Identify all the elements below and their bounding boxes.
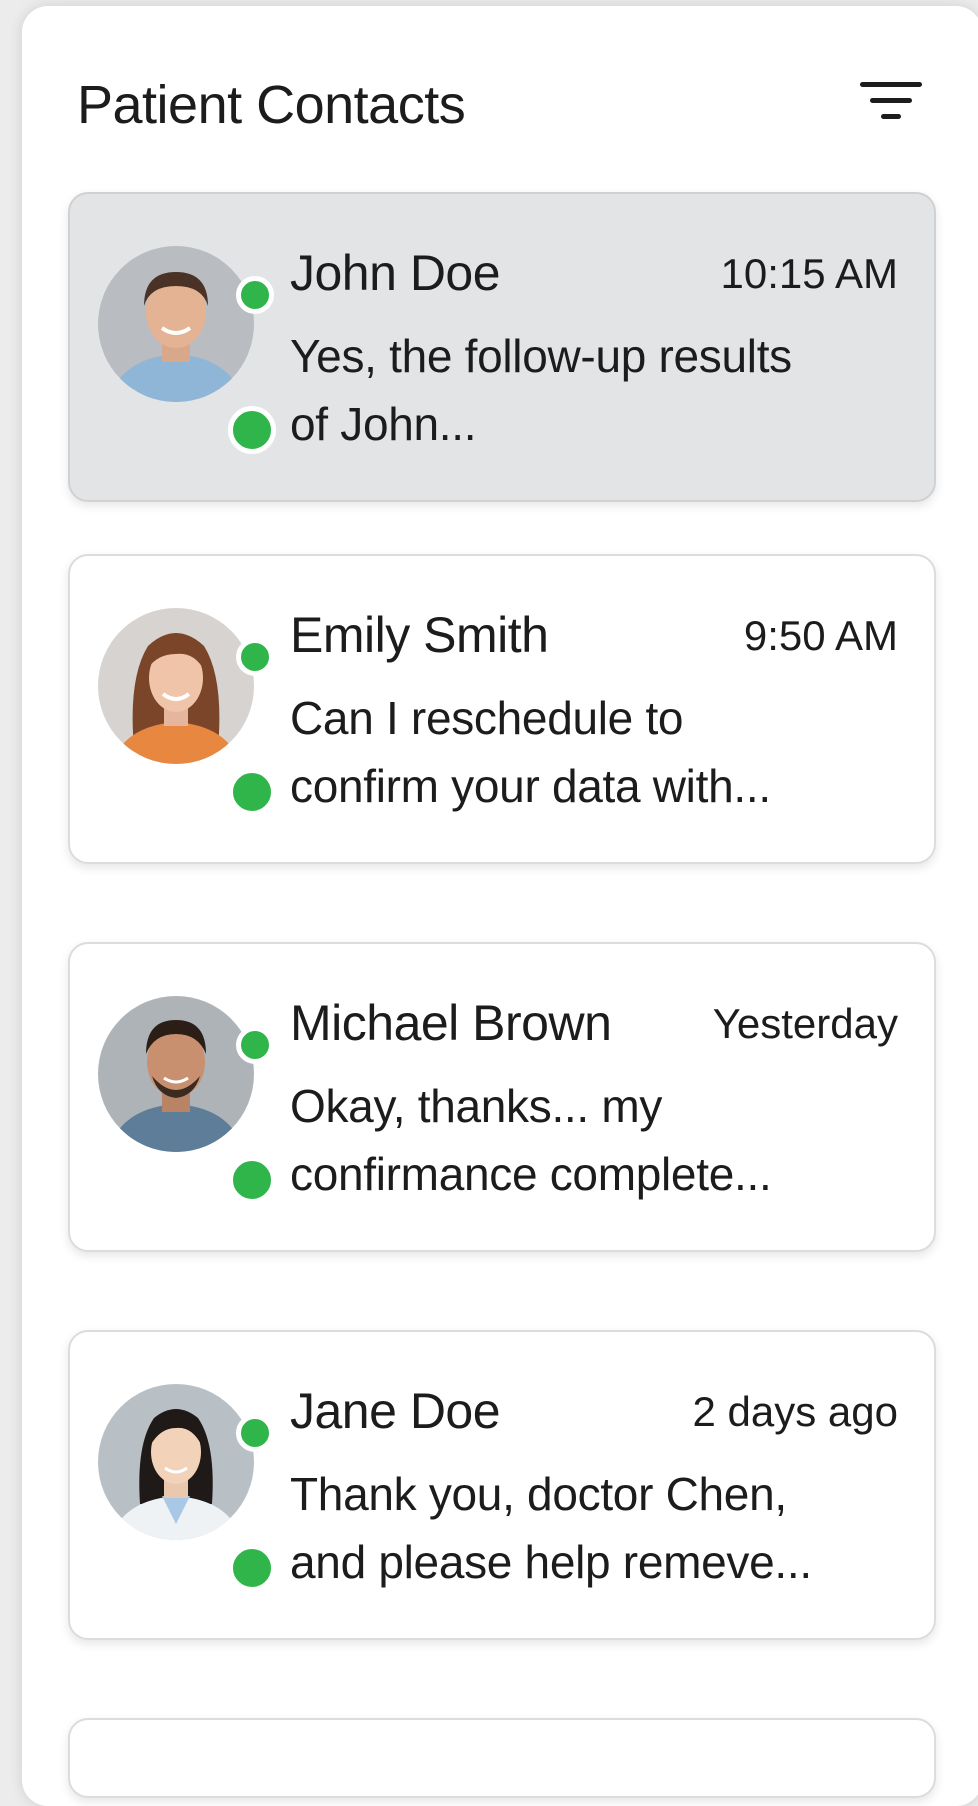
online-status-icon — [228, 1544, 276, 1592]
message-preview-line: confirm your data with... — [290, 760, 771, 812]
message-time: 2 days ago — [692, 1388, 899, 1435]
online-status-icon — [236, 276, 274, 314]
filter-icon — [860, 82, 922, 119]
message-time: Yesterday — [712, 1000, 898, 1047]
message-preview-line: Can I reschedule to — [290, 692, 684, 744]
message-preview-line: and please help remeve... — [290, 1536, 812, 1588]
message-preview-line: Okay, thanks... my — [290, 1080, 663, 1132]
message-preview: Yes, the follow-up results of John... — [290, 322, 890, 458]
avatar-image — [98, 996, 254, 1152]
avatar — [98, 246, 276, 454]
online-status-icon — [236, 638, 274, 676]
message-preview-line: confirmance complete... — [290, 1148, 772, 1200]
message-preview-line: Yes, the follow-up results — [290, 330, 792, 382]
avatar — [98, 1384, 276, 1592]
message-preview: Thank you, doctor Chen, and please help … — [290, 1460, 890, 1596]
header: Patient Contacts — [22, 6, 962, 206]
online-status-icon — [228, 406, 276, 454]
contacts-panel: Patient Contacts John Doe 10:15 AM Yes, … — [22, 6, 978, 1806]
online-status-icon — [228, 768, 276, 816]
contact-name: John Doe — [290, 245, 501, 301]
avatar-image — [98, 608, 254, 764]
filter-button[interactable] — [852, 78, 932, 138]
message-time: 9:50 AM — [743, 612, 898, 659]
avatar-image — [98, 1384, 254, 1540]
avatar-image — [98, 246, 254, 402]
message-preview: Can I reschedule to confirm your data wi… — [290, 684, 890, 820]
contact-name: Michael Brown — [290, 995, 612, 1051]
message-preview-line: of John... — [290, 398, 477, 450]
online-status-icon — [228, 1156, 276, 1204]
contact-name: Jane Doe — [290, 1383, 501, 1439]
message-preview-line: Thank you, doctor Chen, — [290, 1468, 787, 1520]
online-status-icon — [236, 1026, 274, 1064]
contact-card-michael-brown[interactable]: Michael Brown Yesterday Okay, thanks... … — [68, 942, 936, 1252]
contact-card-john-doe[interactable]: John Doe 10:15 AM Yes, the follow-up res… — [68, 192, 936, 502]
contact-card-jane-doe[interactable]: Jane Doe 2 days ago Thank you, doctor Ch… — [68, 1330, 936, 1640]
avatar — [98, 608, 276, 816]
page-title: Patient Contacts — [77, 75, 466, 135]
message-preview: Okay, thanks... my confirmance complete.… — [290, 1072, 890, 1208]
online-status-icon — [236, 1414, 274, 1452]
contact-card-partial[interactable] — [68, 1718, 936, 1798]
avatar — [98, 996, 276, 1204]
contact-card-emily-smith[interactable]: Emily Smith 9:50 AM Can I reschedule to … — [68, 554, 936, 864]
contact-name: Emily Smith — [290, 607, 549, 663]
message-time: 10:15 AM — [720, 250, 898, 297]
